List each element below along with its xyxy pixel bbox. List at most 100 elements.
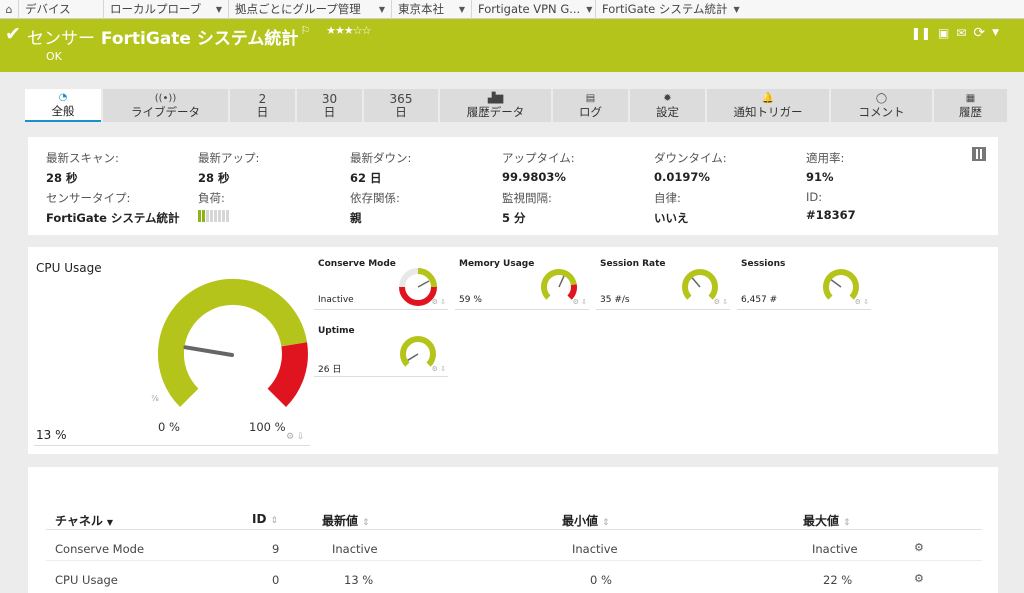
tab-number: 2 [258, 92, 267, 106]
breadcrumb-item-sensor[interactable]: FortiGate システム統計 ▼ [595, 0, 745, 19]
tab-label: 履歴データ [466, 105, 525, 119]
info-autonomous: 自律: いいえ [654, 190, 689, 226]
load-bar [198, 210, 229, 222]
divider [596, 309, 730, 310]
info-value: 28 秒 [198, 171, 230, 185]
gauge-tools[interactable]: ⚙ ⇩ [714, 298, 728, 306]
sort-icon[interactable]: ⇕ [270, 516, 278, 526]
sort-icon[interactable]: ⇕ [362, 518, 370, 528]
list-icon: ▤ [585, 93, 596, 104]
info-value: 28 秒 [46, 171, 78, 185]
pause-icon[interactable]: ❚❚ [911, 26, 931, 40]
breadcrumb-item-devices[interactable]: デバイス [18, 0, 103, 19]
gauge-green-arc [417, 268, 437, 288]
tab-notification-triggers[interactable]: 🔔 通知トリガー [707, 89, 829, 122]
tab-historic-data[interactable]: ▟▆ 履歴データ [440, 89, 551, 122]
tab-2days[interactable]: 2日 [230, 89, 295, 122]
gauge-tools[interactable]: ⚙ ⇩ [286, 432, 304, 442]
gauge-needle [558, 275, 565, 288]
tab-30days[interactable]: 30 日 [297, 89, 362, 122]
info-downtime: ダウンタイム: 0.0197% [654, 150, 727, 184]
info-value: 5 分 [502, 211, 526, 225]
cpu-gauge-red-zone [267, 342, 308, 407]
tab-overview[interactable]: ◔ 全般 [25, 89, 101, 122]
gauge-title: Sessions [741, 259, 786, 269]
column-header-min-value[interactable]: 最小値 ⇕ [562, 512, 610, 529]
tab-comments[interactable]: ◯ コメント [831, 89, 932, 122]
home-icon[interactable]: ⌂ [0, 3, 18, 16]
breadcrumb-item-tokyo[interactable]: 東京本社 ▼ [391, 0, 471, 19]
caret-down-icon[interactable]: ▼ [379, 5, 385, 14]
breadcrumb-item-group[interactable]: 拠点ごとにグループ管理 ▼ [228, 0, 391, 19]
gauge-red-arc [399, 286, 437, 306]
gauge-title: Uptime [318, 326, 355, 336]
bell-icon: 🔔 [761, 93, 775, 104]
cell-max-value: 22 % [823, 573, 853, 587]
caret-down-icon[interactable]: ▼ [459, 5, 465, 14]
channel-settings-icon[interactable]: ⚙ [914, 541, 924, 554]
info-value: 99.9803% [502, 170, 566, 184]
column-header-id[interactable]: ID ⇕ [252, 512, 278, 526]
chevron-down-icon[interactable]: ▼ [992, 28, 999, 38]
info-value: #18367 [806, 208, 856, 222]
tab-label: コメント [858, 105, 905, 119]
channel-settings-icon[interactable]: ⚙ [914, 572, 924, 585]
tab-live-data[interactable]: ((•)) ライブデータ [103, 89, 228, 122]
priority-stars[interactable]: ★★★☆☆ [326, 24, 371, 37]
column-label: チャネル [55, 514, 103, 528]
breadcrumb-item-vpn[interactable]: Fortigate VPN G... ▼ [471, 0, 595, 19]
cell-channel[interactable]: CPU Usage [55, 573, 118, 587]
info-sensor-type: センサータイプ: FortiGate システム統計 [46, 190, 180, 226]
tab-settings[interactable]: ✹ 設定 [630, 89, 705, 122]
cpu-gauge-value: 13 % [36, 428, 67, 442]
tab-365days[interactable]: 365 日 [364, 89, 438, 122]
info-label: 最新アップ: [198, 151, 260, 165]
gauge-value: 59 % [459, 295, 482, 305]
header-toolbar: ❚❚ ▣ ✉ ⟳ ▼ [911, 25, 999, 41]
sort-desc-icon[interactable]: ▼ [107, 518, 113, 527]
gauge-title: Conserve Mode [318, 259, 396, 269]
caret-down-icon[interactable]: ▼ [734, 5, 740, 14]
info-value: いいえ [654, 211, 689, 225]
divider [46, 560, 982, 561]
tab-bar: ◔ 全般 ((•)) ライブデータ 2日 30 日 365 日 ▟▆ 履歴データ ▤ ログ … [25, 89, 1007, 122]
cpu-gauge-needle [183, 345, 234, 357]
info-value: 親 [350, 211, 362, 225]
tab-log[interactable]: ▤ ログ [553, 89, 628, 122]
info-last-scan: 最新スキャン: 28 秒 [46, 150, 119, 186]
column-header-channel[interactable]: チャネル ▼ [55, 512, 113, 529]
info-value: 62 日 [350, 171, 382, 185]
gauge-memory-usage: Memory Usage 59 % ⚙ ⇩ [455, 247, 589, 313]
sort-icon[interactable]: ⇕ [602, 518, 610, 528]
gauge-tools[interactable]: ⚙ ⇩ [573, 298, 587, 306]
gauge-needle [691, 277, 701, 288]
sort-icon[interactable]: ⇕ [843, 518, 851, 528]
info-label: アップタイム: [502, 151, 575, 165]
breadcrumb: ⌂ デバイス ローカルプローブ ▼ 拠点ごとにグループ管理 ▼ 東京本社 ▼ Fort… [0, 0, 1024, 19]
cell-id: 9 [272, 542, 280, 556]
gauge-tools[interactable]: ⚙ ⇩ [855, 298, 869, 306]
caret-down-icon[interactable]: ▼ [586, 5, 592, 14]
cell-min-value: Inactive [572, 542, 618, 556]
gauge-tools[interactable]: ⚙ ⇩ [432, 298, 446, 306]
gauge-value: 26 日 [318, 365, 342, 375]
qr-code-icon[interactable] [972, 147, 986, 161]
column-header-last-value[interactable]: 最新値 ⇕ [322, 512, 370, 529]
breadcrumb-label: Fortigate VPN G... [478, 2, 581, 16]
gauge-green-arc [682, 269, 718, 300]
tab-label: 全般 [51, 104, 75, 118]
column-label: 最新値 [322, 514, 359, 528]
tab-label: ライブデータ [131, 105, 200, 119]
export-icon[interactable]: ▣ [938, 26, 949, 40]
gauge-green-arc [823, 269, 859, 300]
mail-icon[interactable]: ✉ [956, 26, 966, 40]
tab-history[interactable]: ▦ 履歴 [934, 89, 1007, 122]
caret-down-icon[interactable]: ▼ [216, 5, 222, 14]
cell-channel[interactable]: Conserve Mode [55, 542, 144, 556]
info-value: 91% [806, 170, 834, 184]
flag-icon[interactable]: ⚐ [300, 24, 310, 37]
column-header-max-value[interactable]: 最大値 ⇕ [803, 512, 851, 529]
gauge-tools[interactable]: ⚙ ⇩ [432, 365, 446, 373]
breadcrumb-item-probe[interactable]: ローカルプローブ ▼ [103, 0, 228, 19]
refresh-icon[interactable]: ⟳ [973, 25, 985, 41]
